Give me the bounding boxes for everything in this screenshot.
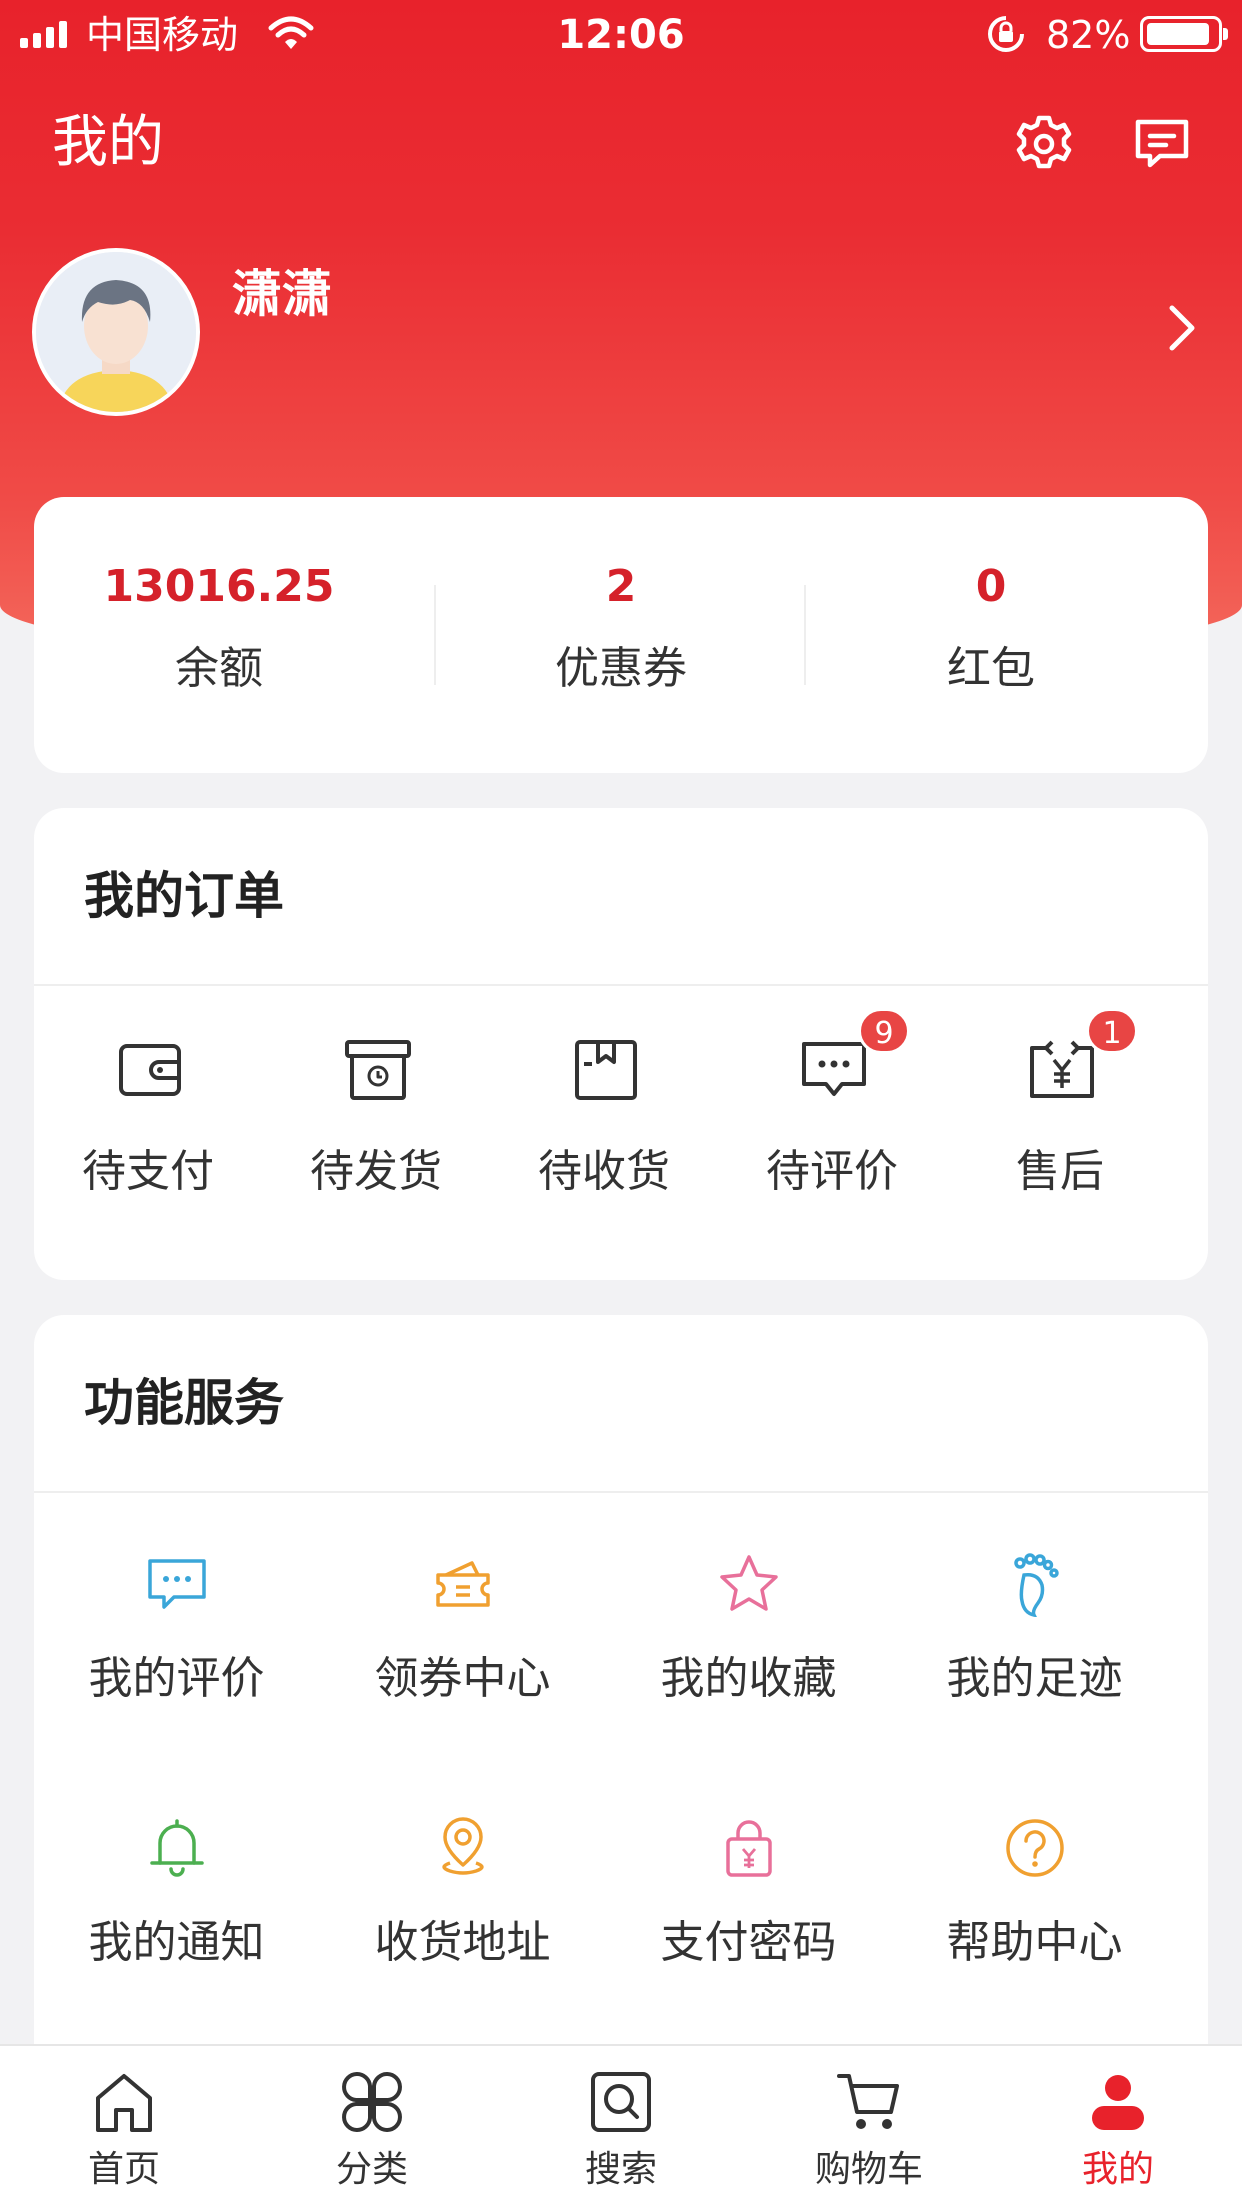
- service-coupon-center[interactable]: 领券中心: [320, 1551, 605, 1741]
- service-pay-password[interactable]: 支付密码: [606, 1815, 891, 2005]
- orders-card: 我的订单 待支付 待发货 待收货 9 待评价 1 售后: [34, 808, 1208, 1280]
- comment-icon: [148, 1559, 206, 1609]
- service-my-reviews[interactable]: 我的评价: [34, 1551, 319, 1741]
- balance-value: 13016.25: [103, 561, 335, 612]
- cart-icon: [837, 2074, 899, 2129]
- order-label: 待收货: [538, 1146, 670, 1197]
- chat-bubble-icon: [802, 1042, 866, 1096]
- star-icon: [720, 1555, 778, 1611]
- services-title: 功能服务: [84, 1374, 284, 1432]
- service-label: 帮助中心: [946, 1917, 1123, 1968]
- order-label: 待支付: [82, 1146, 214, 1197]
- order-label: 售后: [1016, 1146, 1104, 1197]
- service-footprints[interactable]: 我的足迹: [892, 1551, 1177, 1741]
- battery-percent: 82%: [1046, 13, 1131, 57]
- coupon-icon: [436, 1561, 490, 1607]
- avatar[interactable]: [32, 248, 200, 416]
- red-packet-label: 红包: [947, 643, 1035, 694]
- lock-icon: [726, 1820, 772, 1877]
- order-pending-shipment[interactable]: 待发货: [262, 1034, 490, 1234]
- help-icon: [1006, 1819, 1064, 1877]
- home-icon: [96, 2074, 152, 2132]
- service-label: 我的收藏: [660, 1653, 837, 1704]
- badge-count: 9: [858, 1008, 910, 1054]
- gear-icon[interactable]: [1012, 112, 1076, 176]
- rotation-lock-icon: [988, 16, 1024, 52]
- profile-icon: [1092, 2075, 1144, 2130]
- status-bar: 中国移动 12:06 82%: [0, 0, 1242, 70]
- box-clock-icon: [345, 1040, 411, 1100]
- wallet-icon: [119, 1044, 181, 1096]
- service-label: 我的足迹: [946, 1653, 1123, 1704]
- tab-cart[interactable]: 购物车: [745, 2046, 993, 2208]
- tab-bar: 首页 分类 搜索 购物车 我的: [0, 2044, 1242, 2208]
- order-label: 待发货: [310, 1146, 442, 1197]
- tab-label: 我的: [1081, 2149, 1154, 2190]
- tab-category[interactable]: 分类: [248, 2046, 496, 2208]
- category-icon: [342, 2072, 402, 2132]
- service-notifications[interactable]: 我的通知: [34, 1815, 319, 2005]
- coupon-label: 优惠券: [555, 643, 687, 694]
- tab-profile[interactable]: 我的: [994, 2046, 1242, 2208]
- tab-label: 购物车: [814, 2149, 923, 2190]
- coupon-item[interactable]: 2 优惠券: [436, 497, 806, 773]
- divider: [34, 1491, 1208, 1493]
- tab-label: 搜索: [584, 2149, 657, 2190]
- order-label: 待评价: [766, 1146, 898, 1197]
- red-packet-item[interactable]: 0 红包: [806, 497, 1176, 773]
- package-icon: [575, 1040, 637, 1100]
- coupon-value: 2: [605, 561, 637, 612]
- refund-icon: [1030, 1040, 1094, 1098]
- order-after-sales[interactable]: 1 售后: [946, 1008, 1174, 1234]
- service-label: 我的通知: [88, 1917, 265, 1968]
- balance-item[interactable]: 13016.25 余额: [34, 497, 404, 773]
- divider: [34, 984, 1208, 986]
- page-title: 我的: [52, 110, 164, 175]
- order-pending-receipt[interactable]: 待收货: [490, 1034, 718, 1234]
- tab-home[interactable]: 首页: [0, 2046, 248, 2208]
- balance-label: 余额: [175, 643, 263, 694]
- chevron-right-icon[interactable]: [1162, 302, 1202, 354]
- orders-title: 我的订单: [84, 867, 284, 925]
- location-icon: [442, 1817, 484, 1875]
- order-pending-review[interactable]: 9 待评价: [718, 1008, 946, 1234]
- service-label: 领券中心: [374, 1653, 551, 1704]
- tab-label: 分类: [335, 2149, 408, 2190]
- service-label: 收货地址: [374, 1917, 551, 1968]
- service-favorites[interactable]: 我的收藏: [606, 1551, 891, 1741]
- wallet-card: 13016.25 余额 2 优惠券 0 红包: [34, 497, 1208, 773]
- tab-label: 首页: [87, 2149, 160, 2190]
- red-packet-value: 0: [975, 561, 1007, 612]
- avatar-image: [36, 252, 196, 412]
- battery-icon: [1140, 16, 1228, 52]
- tab-search[interactable]: 搜索: [497, 2046, 745, 2208]
- service-label: 支付密码: [660, 1917, 837, 1968]
- badge-count: 1: [1086, 1008, 1138, 1054]
- username[interactable]: 潇潇: [232, 262, 332, 326]
- message-icon[interactable]: [1130, 112, 1194, 176]
- search-icon: [591, 2072, 651, 2132]
- footprint-icon: [1014, 1553, 1059, 1617]
- service-label: 我的评价: [88, 1653, 265, 1704]
- bell-icon: [150, 1819, 204, 1877]
- service-help-center[interactable]: 帮助中心: [892, 1815, 1177, 2005]
- order-pending-payment[interactable]: 待支付: [34, 1034, 262, 1234]
- service-address[interactable]: 收货地址: [320, 1815, 605, 2005]
